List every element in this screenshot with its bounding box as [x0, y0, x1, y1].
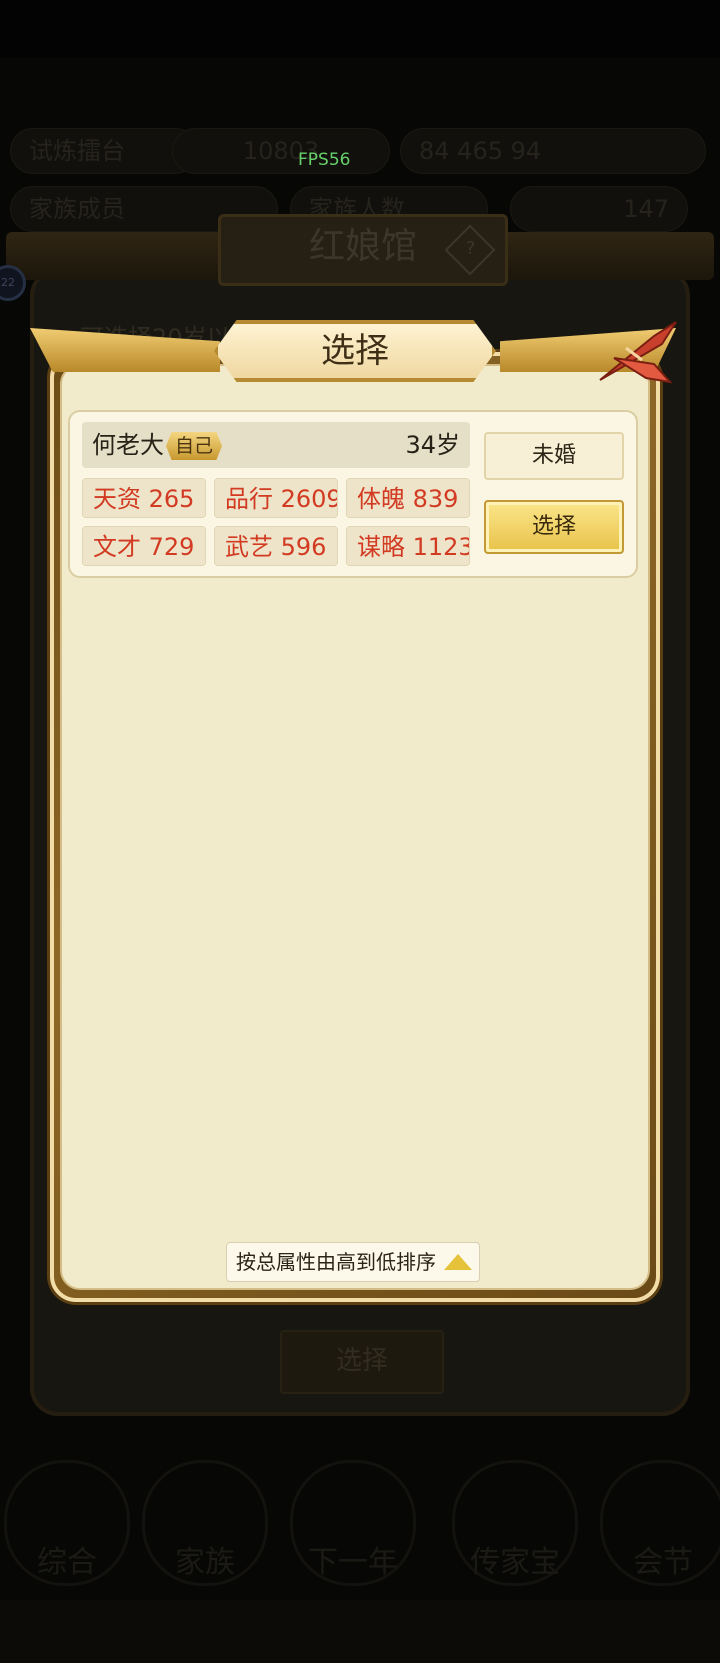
stat-talent: 天资 265 — [82, 478, 206, 518]
choose-character-button[interactable]: 选择 — [484, 500, 624, 554]
stat-martial: 武艺 596 — [214, 526, 338, 566]
stat-morality: 品行 2609 — [214, 478, 338, 518]
character-name: 何老大 — [92, 431, 164, 459]
stat-literature: 文才 729 — [82, 526, 206, 566]
sort-triangle-icon[interactable] — [444, 1254, 472, 1270]
sort-by-total-button[interactable]: 按总属性由高到低排序 — [226, 1242, 480, 1282]
popup-title: 选择 — [321, 331, 389, 371]
close-icon[interactable] — [596, 318, 680, 388]
stat-strategy: 谋略 1123 — [346, 526, 470, 566]
fps-counter: FPS56 — [298, 150, 351, 170]
marital-status: 未婚 — [484, 432, 624, 480]
self-tag-badge: 自己 — [166, 432, 222, 460]
character-age: 34岁 — [405, 431, 460, 459]
stat-physique: 体魄 839 — [346, 478, 470, 518]
